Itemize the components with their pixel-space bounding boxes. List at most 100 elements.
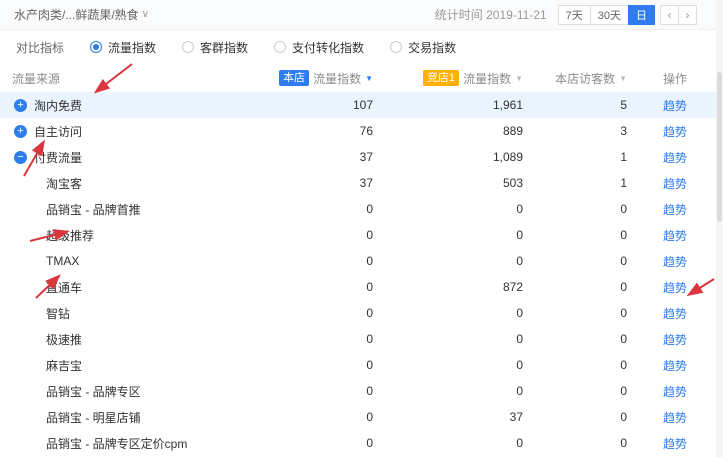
table-row[interactable]: 品销宝 - 品牌专区定价cpm 0 0 0 趋势: [0, 430, 723, 456]
trend-link[interactable]: 趋势: [663, 201, 687, 218]
trend-link[interactable]: 趋势: [663, 149, 687, 166]
radio-icon[interactable]: [390, 41, 402, 53]
visitors-value: 0: [620, 358, 627, 372]
metric-radio-0[interactable]: 流量指数: [90, 39, 156, 56]
metric-radio-3[interactable]: 交易指数: [390, 39, 456, 56]
trend-link[interactable]: 趋势: [663, 331, 687, 348]
trend-link[interactable]: 趋势: [663, 253, 687, 270]
visitors-cell: 0: [535, 228, 645, 242]
table-row[interactable]: TMAX 0 0 0 趋势: [0, 248, 723, 274]
source-header-label: 流量来源: [12, 70, 60, 87]
source-name: 品销宝 - 品牌专区定价cpm: [46, 435, 187, 452]
sort-icon[interactable]: ▼: [515, 74, 523, 83]
table-row[interactable]: 品销宝 - 明星店铺 0 37 0 趋势: [0, 404, 723, 430]
toggle-icon[interactable]: −: [14, 151, 27, 164]
action-header-label: 操作: [663, 70, 687, 87]
metric-radio-1[interactable]: 客群指数: [182, 39, 248, 56]
rival-index-cell: 1,089: [385, 150, 535, 164]
rival-index-cell: 0: [385, 254, 535, 268]
prev-day-button[interactable]: ‹: [660, 5, 679, 25]
table-row[interactable]: + 自主访问 76 889 3 趋势: [0, 118, 723, 144]
visitors-value: 0: [620, 384, 627, 398]
shop-index-cell: 107: [270, 98, 385, 112]
visitors-cell: 0: [535, 280, 645, 294]
shop-value: 0: [366, 332, 373, 346]
table-row[interactable]: 品销宝 - 品牌专区 0 0 0 趋势: [0, 378, 723, 404]
rival-header-label: 流量指数: [463, 70, 511, 87]
shop-index-cell: 76: [270, 124, 385, 138]
table-row[interactable]: 麻吉宝 0 0 0 趋势: [0, 352, 723, 378]
radio-icon[interactable]: [274, 41, 286, 53]
rival-index-cell: 0: [385, 306, 535, 320]
visitors-value: 1: [620, 176, 627, 190]
trend-link[interactable]: 趋势: [663, 227, 687, 244]
visitors-value: 0: [620, 306, 627, 320]
radio-icon[interactable]: [90, 41, 102, 53]
shop-index-cell: 0: [270, 280, 385, 294]
traffic-source-cell: 淘宝客: [12, 175, 270, 192]
rival-value: 0: [516, 436, 523, 450]
traffic-source-cell: 超级推荐: [12, 227, 270, 244]
range-button-日[interactable]: 日: [628, 5, 655, 25]
visitors-cell: 0: [535, 332, 645, 346]
trend-link[interactable]: 趋势: [663, 279, 687, 296]
source-name: 自主访问: [34, 123, 82, 140]
shop-value: 0: [366, 202, 373, 216]
shop-value: 76: [360, 124, 373, 138]
rival-value: 0: [516, 358, 523, 372]
trend-link[interactable]: 趋势: [663, 383, 687, 400]
trend-link[interactable]: 趋势: [663, 305, 687, 322]
rival-value: 0: [516, 254, 523, 268]
table-row[interactable]: 品销宝 - 品牌首推 0 0 0 趋势: [0, 196, 723, 222]
trend-link[interactable]: 趋势: [663, 357, 687, 374]
toggle-icon[interactable]: +: [14, 125, 27, 138]
action-cell: 趋势: [645, 149, 715, 166]
trend-link[interactable]: 趋势: [663, 409, 687, 426]
compare-metric-label: 对比指标: [16, 39, 64, 56]
traffic-source-cell: − 付费流量: [12, 149, 270, 166]
shop-index-cell: 0: [270, 254, 385, 268]
table-row[interactable]: 超级推荐 0 0 0 趋势: [0, 222, 723, 248]
visitors-header: 本店访客数 ▼: [535, 70, 645, 87]
radio-icon[interactable]: [182, 41, 194, 53]
metric-radio-2[interactable]: 支付转化指数: [274, 39, 364, 56]
table-row[interactable]: 极速推 0 0 0 趋势: [0, 326, 723, 352]
trend-link[interactable]: 趋势: [663, 123, 687, 140]
radio-label: 客群指数: [200, 39, 248, 56]
category-selector[interactable]: 水产肉类/...鲜蔬果/熟食 ∨: [14, 6, 149, 23]
trend-link[interactable]: 趋势: [663, 175, 687, 192]
action-cell: 趋势: [645, 201, 715, 218]
scrollbar-thumb[interactable]: [717, 72, 722, 222]
trend-link[interactable]: 趋势: [663, 435, 687, 452]
trend-link[interactable]: 趋势: [663, 97, 687, 114]
traffic-source-cell: 极速推: [12, 331, 270, 348]
action-cell: 趋势: [645, 435, 715, 452]
shop-index-cell: 0: [270, 358, 385, 372]
radio-label: 支付转化指数: [292, 39, 364, 56]
visitors-value: 0: [620, 202, 627, 216]
table-row[interactable]: + 淘内免费 107 1,961 5 趋势: [0, 92, 723, 118]
visitors-cell: 1: [535, 176, 645, 190]
table-row[interactable]: − 付费流量 37 1,089 1 趋势: [0, 144, 723, 170]
table-row[interactable]: 智钻 0 0 0 趋势: [0, 300, 723, 326]
table-row[interactable]: 直通车 0 872 0 趋势: [0, 274, 723, 300]
range-button-7天[interactable]: 7天: [558, 5, 591, 25]
visitors-value: 0: [620, 332, 627, 346]
date-range-group: 7天30天日: [559, 5, 655, 25]
rival-index-cell: 0: [385, 384, 535, 398]
visitors-cell: 0: [535, 410, 645, 424]
range-button-30天[interactable]: 30天: [590, 5, 629, 25]
scrollbar-track[interactable]: [716, 0, 723, 457]
sort-icon[interactable]: ▼: [365, 74, 373, 83]
sort-icon[interactable]: ▼: [619, 74, 627, 83]
visitors-cell: 0: [535, 306, 645, 320]
action-cell: 趋势: [645, 253, 715, 270]
stat-time-label: 统计时间 2019-11-21: [435, 6, 547, 23]
table-row[interactable]: 淘宝客 37 503 1 趋势: [0, 170, 723, 196]
shop-index-cell: 0: [270, 306, 385, 320]
toggle-icon[interactable]: +: [14, 99, 27, 112]
radio-label: 流量指数: [108, 39, 156, 56]
rival-index-cell: 0: [385, 202, 535, 216]
next-day-button[interactable]: ›: [678, 5, 697, 25]
rival-index-cell: 37: [385, 410, 535, 424]
